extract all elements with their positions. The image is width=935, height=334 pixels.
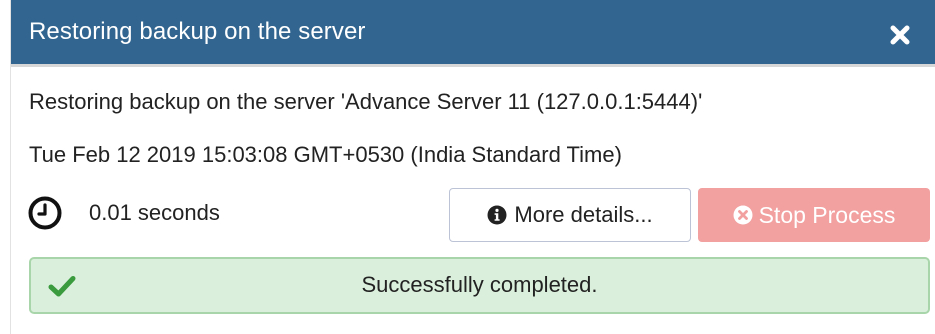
close-button[interactable] xyxy=(885,20,915,50)
times-circle-icon xyxy=(733,205,753,225)
more-details-label: More details... xyxy=(514,202,653,227)
close-icon xyxy=(890,25,910,45)
stop-process-label: Stop Process xyxy=(758,201,896,228)
more-details-button[interactable]: More details... xyxy=(449,188,691,242)
status-alert: Successfully completed. xyxy=(29,257,930,314)
dialog-header: Restoring backup on the server xyxy=(11,0,935,67)
stop-process-button[interactable]: Stop Process xyxy=(698,188,930,242)
clock-icon xyxy=(28,196,62,230)
process-description: Restoring backup on the server 'Advance … xyxy=(29,89,703,114)
status-message: Successfully completed. xyxy=(361,272,598,297)
restore-process-dialog: Restoring backup on the server Restoring… xyxy=(10,0,935,334)
process-timestamp: Tue Feb 12 2019 15:03:08 GMT+0530 (India… xyxy=(29,142,622,167)
dialog-title: Restoring backup on the server xyxy=(29,18,366,45)
elapsed-time: 0.01 seconds xyxy=(89,200,220,225)
info-circle-icon xyxy=(487,205,507,225)
